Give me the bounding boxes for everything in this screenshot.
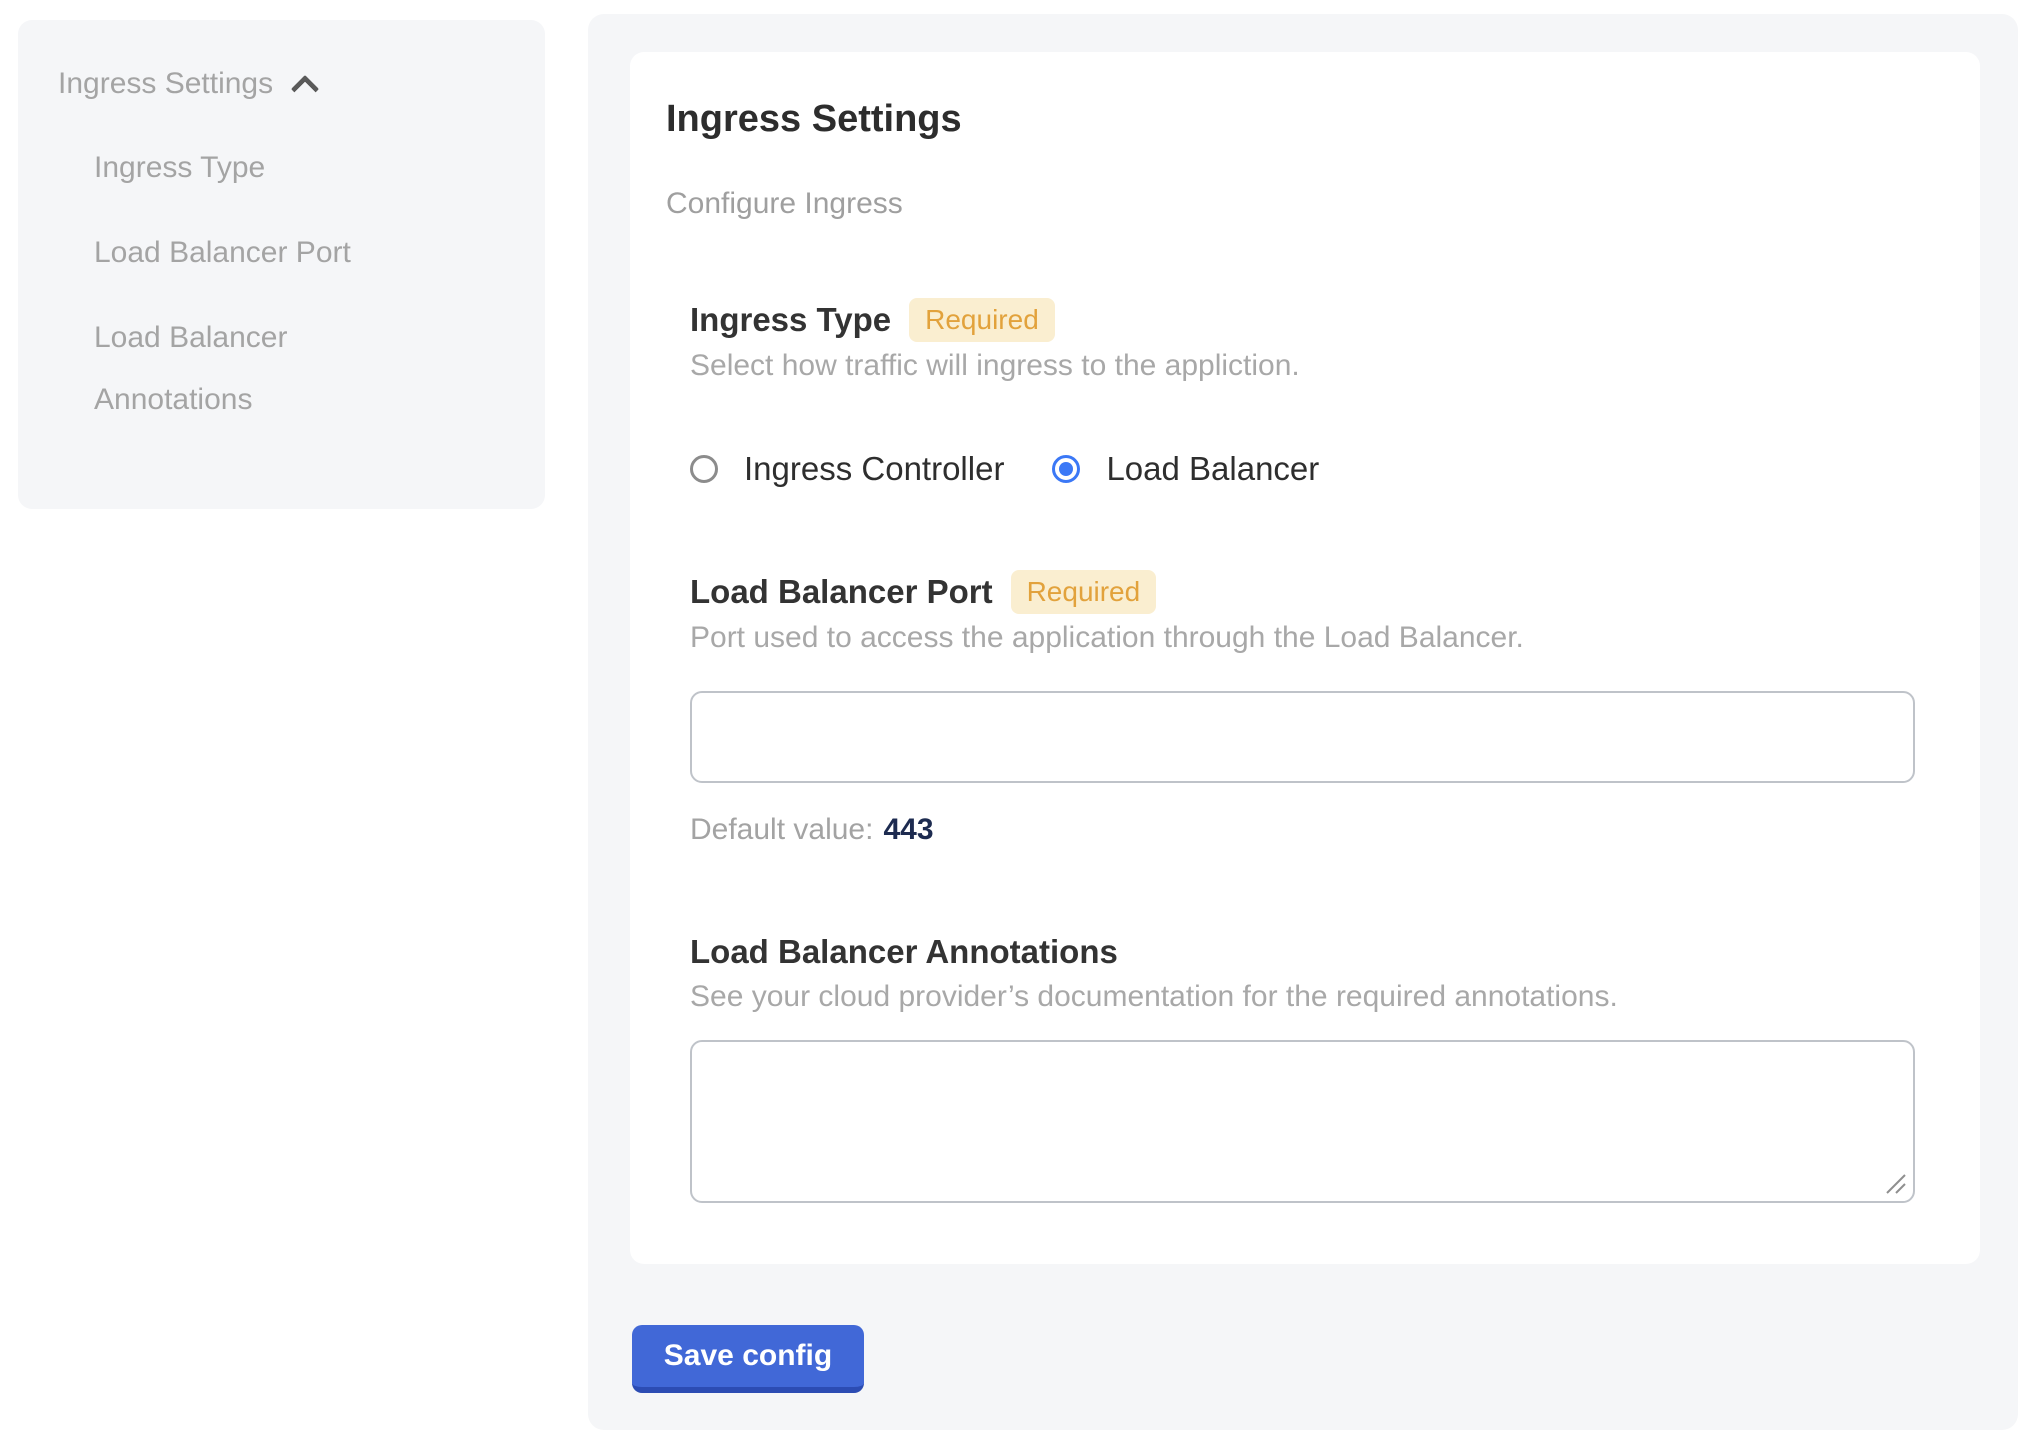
chevron-up-icon xyxy=(291,75,319,103)
default-value-line: Default value: 443 xyxy=(690,811,1916,849)
field-description-load-balancer-port: Port used to access the application thro… xyxy=(690,620,1916,656)
radio-label-load-balancer: Load Balancer xyxy=(1106,448,1319,490)
section-load-balancer-port: Load Balancer Port Required Port used to… xyxy=(690,570,1916,849)
sidebar-item-list: Ingress Type Load Balancer Port Load Bal… xyxy=(94,137,505,431)
radio-button-icon[interactable] xyxy=(1052,455,1080,483)
form-sections: Ingress Type Required Select how traffic… xyxy=(690,298,1916,1203)
sidebar-section-label: Ingress Settings xyxy=(58,64,273,104)
load-balancer-annotations-textarea[interactable] xyxy=(690,1040,1915,1203)
ingress-type-radio-group: Ingress Controller Load Balancer xyxy=(690,448,1916,490)
resize-grip-icon[interactable] xyxy=(1883,1171,1907,1195)
settings-sidebar: Ingress Settings Ingress Type Load Balan… xyxy=(18,20,545,509)
ingress-settings-card: Ingress Settings Configure Ingress Ingre… xyxy=(630,52,1980,1264)
settings-panel: Ingress Settings Configure Ingress Ingre… xyxy=(588,14,2018,1430)
sidebar-section-toggle[interactable]: Ingress Settings xyxy=(58,64,505,104)
field-description-load-balancer-annotations: See your cloud provider’s documentation … xyxy=(690,979,1916,1015)
field-description-ingress-type: Select how traffic will ingress to the a… xyxy=(690,348,1916,384)
default-value: 443 xyxy=(883,813,933,846)
default-value-prefix: Default value: xyxy=(690,813,873,846)
radio-label-ingress-controller: Ingress Controller xyxy=(744,448,1004,490)
radio-button-icon[interactable] xyxy=(690,455,718,483)
page-title: Ingress Settings xyxy=(666,96,1916,142)
radio-option-load-balancer[interactable]: Load Balancer xyxy=(1052,448,1319,490)
load-balancer-port-input[interactable] xyxy=(690,691,1915,783)
required-badge: Required xyxy=(909,298,1055,342)
section-ingress-type: Ingress Type Required Select how traffic… xyxy=(690,298,1916,490)
field-label-load-balancer-annotations: Load Balancer Annotations xyxy=(690,931,1118,973)
section-load-balancer-annotations: Load Balancer Annotations See your cloud… xyxy=(690,931,1916,1203)
sidebar-item-ingress-type[interactable]: Ingress Type xyxy=(94,137,444,199)
sidebar-item-load-balancer-annotations[interactable]: Load Balancer Annotations xyxy=(94,307,444,431)
field-label-load-balancer-port: Load Balancer Port xyxy=(690,571,993,613)
save-config-button[interactable]: Save config xyxy=(632,1325,864,1393)
required-badge: Required xyxy=(1011,570,1157,614)
page-subtitle: Configure Ingress xyxy=(666,186,1916,222)
radio-option-ingress-controller[interactable]: Ingress Controller xyxy=(690,448,1004,490)
sidebar-item-load-balancer-port[interactable]: Load Balancer Port xyxy=(94,222,444,284)
field-label-ingress-type: Ingress Type xyxy=(690,299,891,341)
